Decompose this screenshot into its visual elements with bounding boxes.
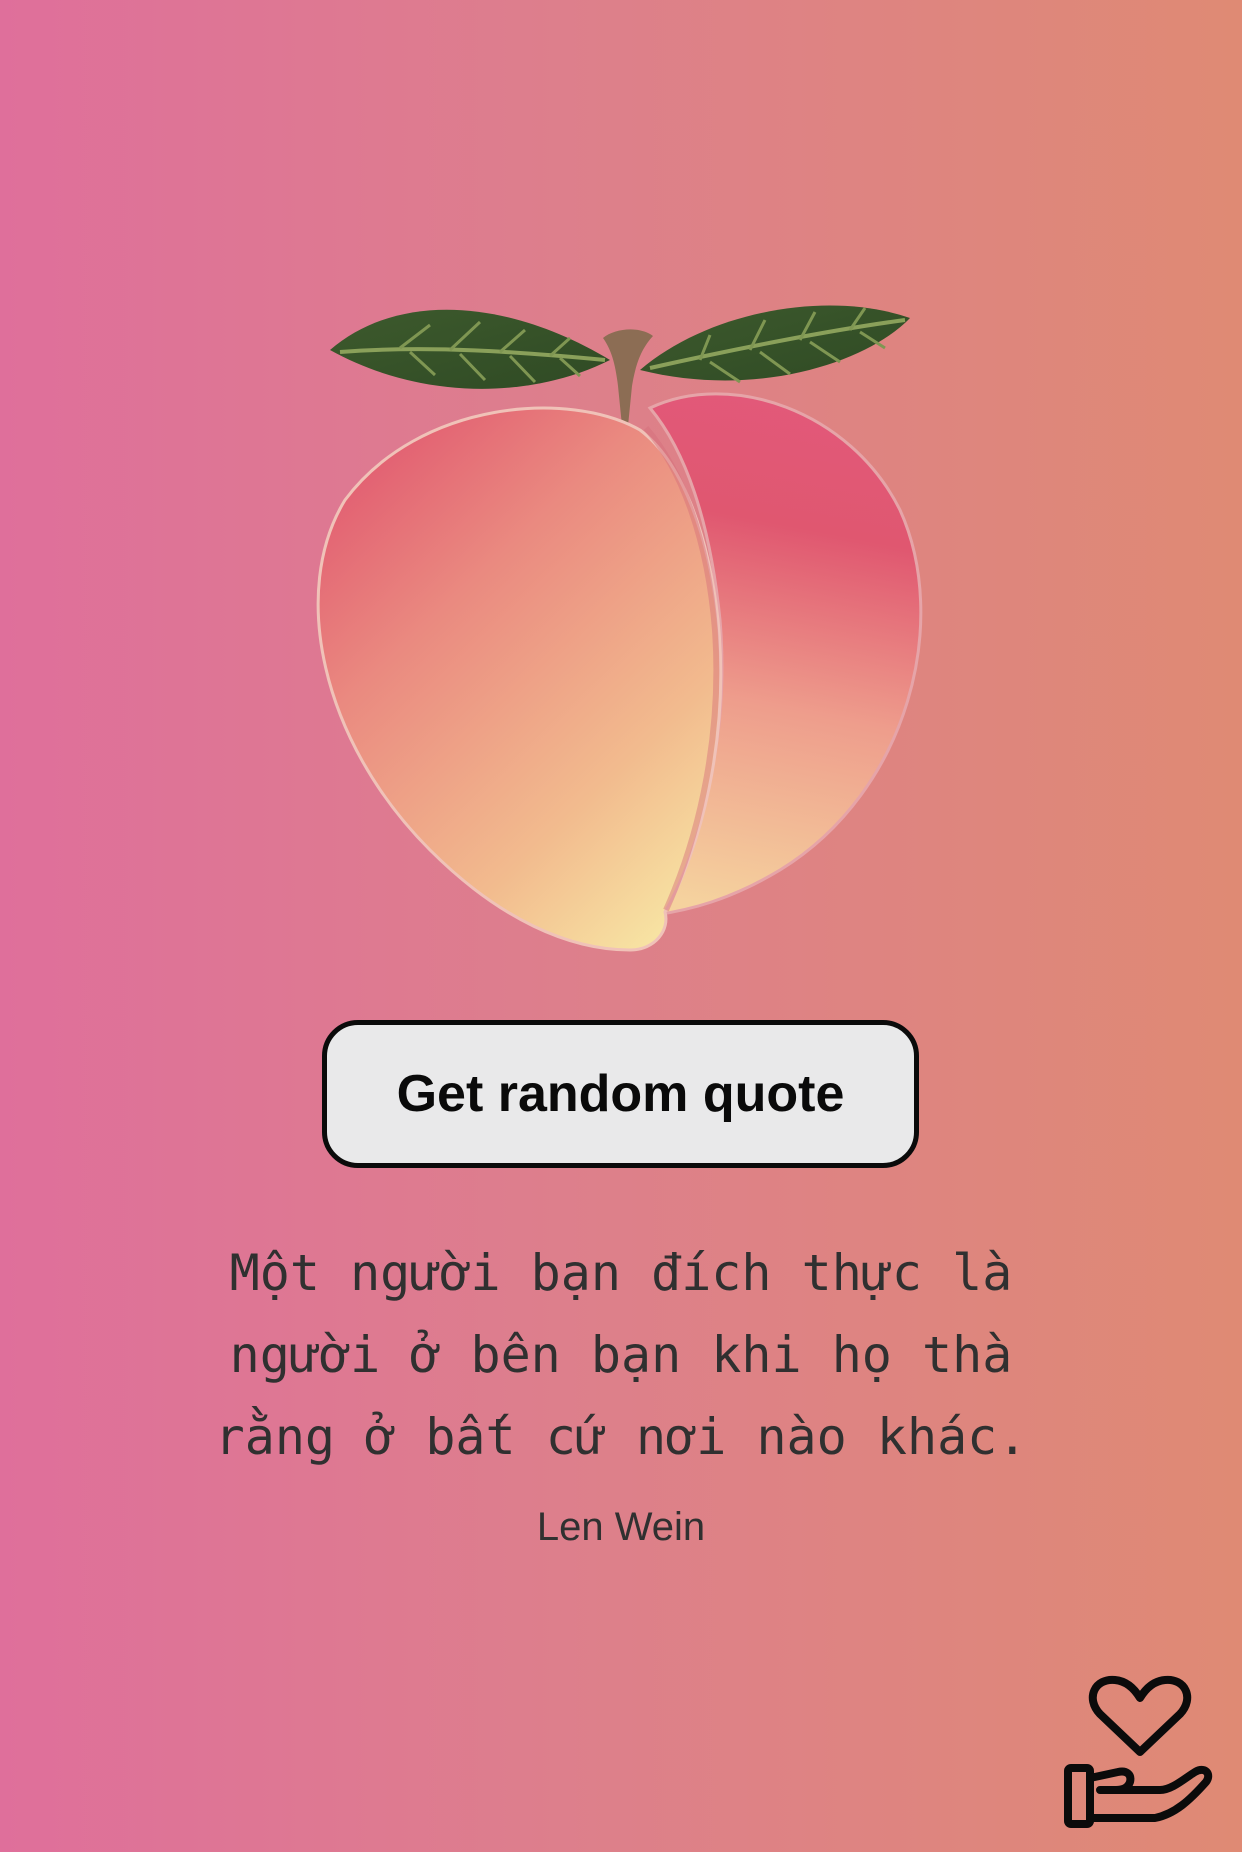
- stem-icon: [603, 329, 653, 426]
- quote-author: Len Wein: [536, 1505, 706, 1549]
- get-random-quote-button[interactable]: Get random quote: [322, 1020, 919, 1168]
- heart-hand-icon[interactable]: [1060, 1670, 1215, 1830]
- right-leaf-icon: [640, 305, 910, 384]
- peach-icon: [310, 290, 940, 970]
- quote-text: Một người bạn đích thực là người ở bên b…: [214, 1244, 1028, 1466]
- left-leaf-icon: [330, 309, 610, 389]
